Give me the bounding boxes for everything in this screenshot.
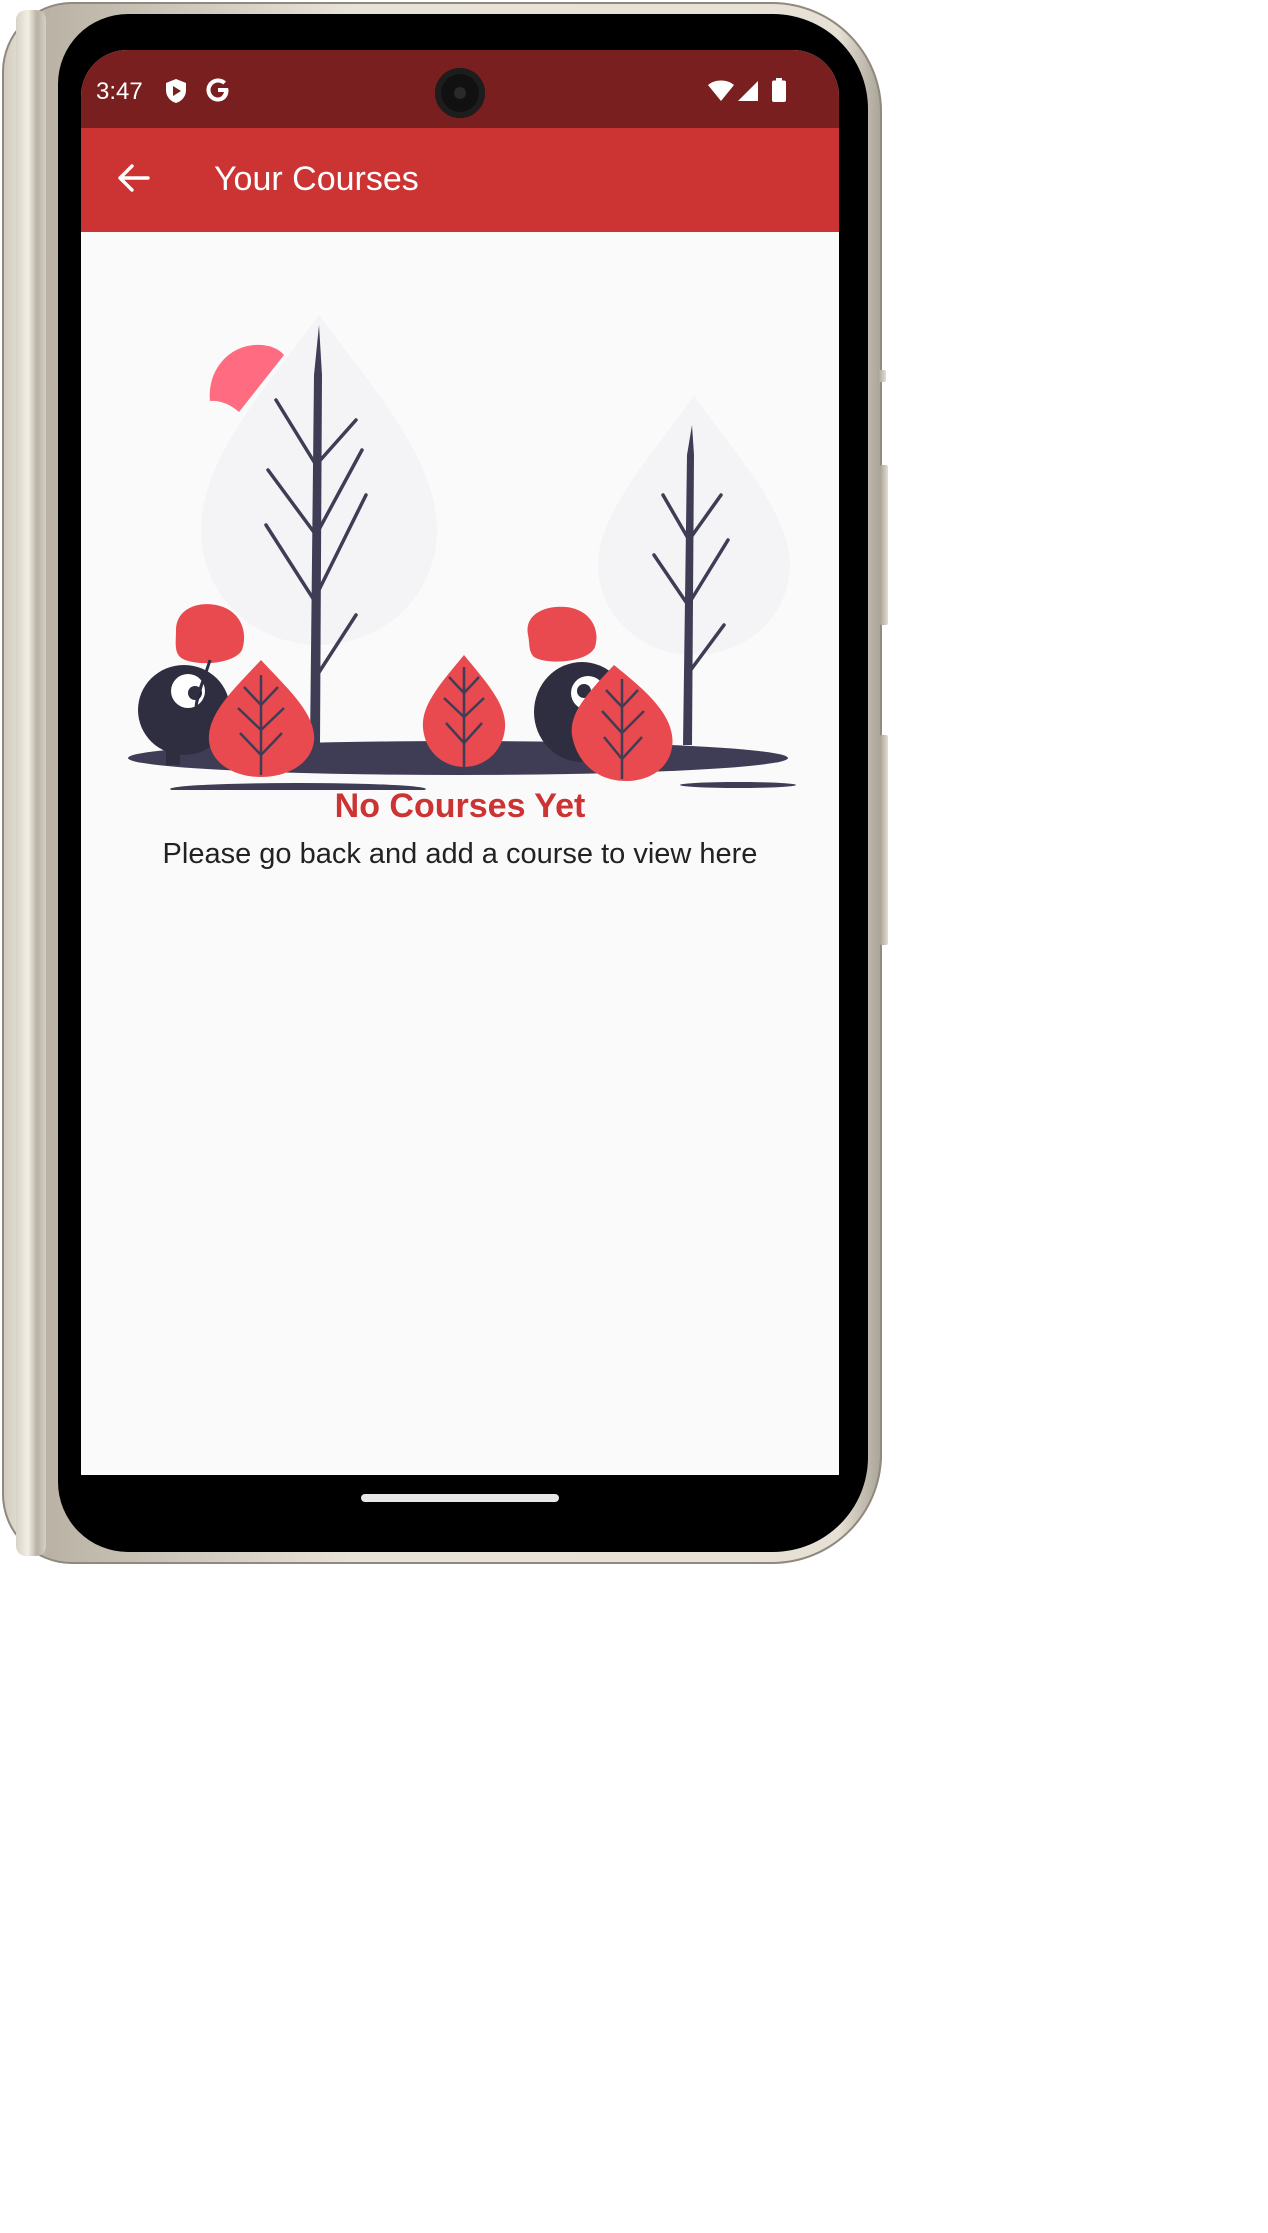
arrow-left-icon <box>116 163 150 198</box>
back-button[interactable] <box>103 150 163 210</box>
google-g-icon <box>205 77 231 108</box>
empty-state-title: No Courses Yet <box>334 787 586 825</box>
page-title: Your Courses <box>214 160 419 198</box>
front-camera <box>435 68 485 118</box>
wifi-icon <box>707 80 735 107</box>
battery-icon <box>772 78 786 107</box>
screen: 3:47 Your Courses No Courses Yet Please … <box>81 50 839 1475</box>
status-time: 3:47 <box>96 78 143 105</box>
power-button <box>880 465 888 625</box>
empty-state-illustration <box>126 315 796 816</box>
app-bar: Your Courses <box>81 128 839 232</box>
phone-device: 3:47 Your Courses No Courses Yet Please … <box>0 0 890 1568</box>
gesture-nav-handle[interactable] <box>361 1494 559 1502</box>
shield-play-icon <box>165 78 187 109</box>
side-button <box>878 370 886 382</box>
phone-hinge <box>16 10 46 1556</box>
cellular-signal-icon <box>737 80 759 107</box>
volume-button <box>880 735 888 945</box>
empty-state-subtitle: Please go back and add a course to view … <box>162 838 758 870</box>
status-bar: 3:47 <box>81 50 839 128</box>
